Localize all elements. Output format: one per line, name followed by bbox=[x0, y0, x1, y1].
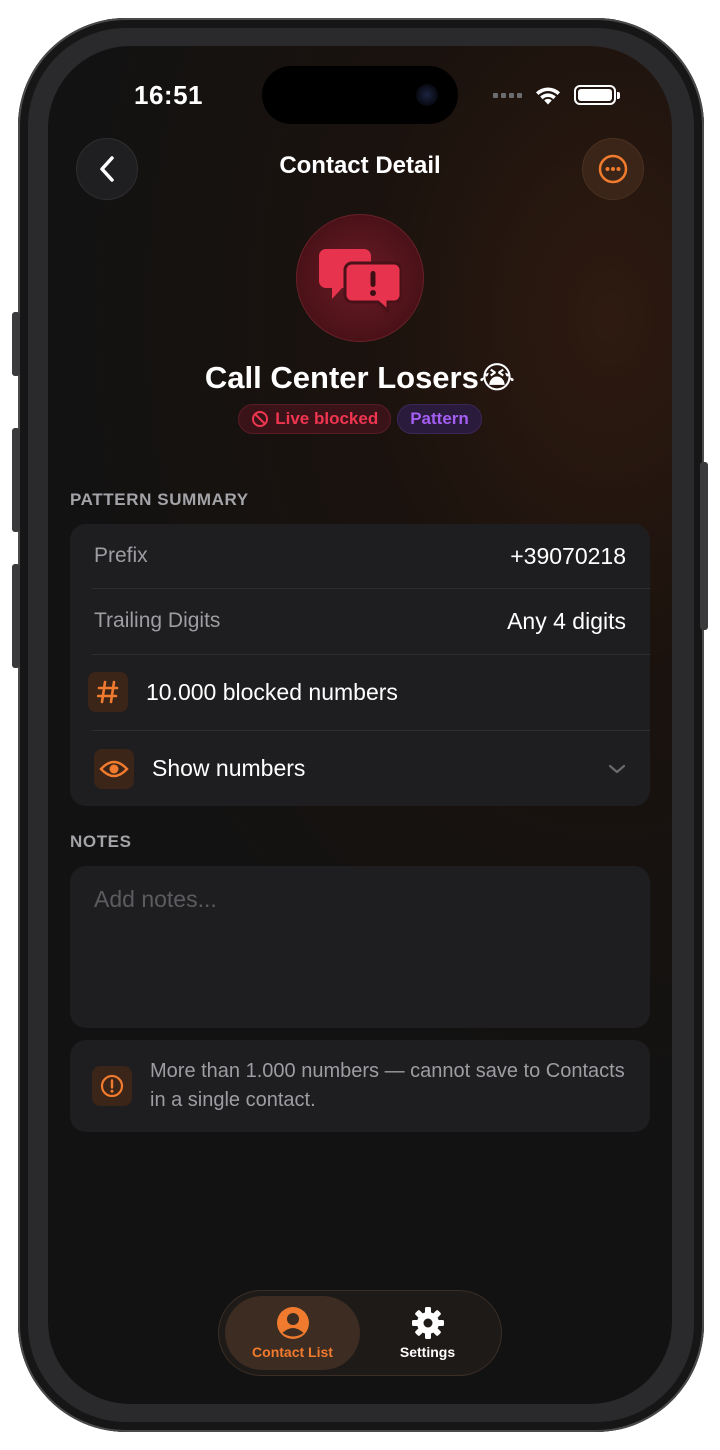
live-blocked-label: Live blocked bbox=[275, 409, 379, 428]
warning-text: More than 1.000 numbers — cannot save to… bbox=[150, 1060, 625, 1111]
chat-bubbles-exclamation-icon bbox=[319, 249, 402, 313]
pattern-summary-card: Prefix +39070218 Trailing Digits Any 4 d… bbox=[70, 524, 650, 806]
trailing-digits-label: Trailing Digits bbox=[94, 609, 221, 632]
status-indicators bbox=[493, 84, 620, 106]
battery-icon bbox=[574, 85, 620, 105]
tab-settings[interactable]: Settings bbox=[360, 1296, 495, 1370]
notes-card bbox=[70, 866, 650, 1028]
prefix-value: +39070218 bbox=[510, 542, 626, 569]
warning-card: More than 1.000 numbers — cannot save to… bbox=[70, 1040, 650, 1132]
action-button bbox=[12, 312, 20, 376]
ellipsis-circle-icon bbox=[598, 154, 628, 184]
tab-bar: Contact List Settings bbox=[218, 1290, 502, 1376]
notes-heading: NOTES bbox=[70, 832, 132, 851]
show-numbers-label: Show numbers bbox=[152, 755, 306, 781]
volume-up-button bbox=[12, 428, 20, 532]
trailing-digits-row: Trailing Digits Any 4 digits bbox=[70, 589, 650, 653]
pattern-summary-heading: PATTERN SUMMARY bbox=[70, 490, 249, 509]
eye-icon bbox=[94, 748, 134, 789]
pattern-badge: Pattern bbox=[397, 404, 482, 434]
chevron-down-icon bbox=[608, 764, 626, 773]
hashtag-icon bbox=[88, 672, 128, 712]
cellular-signal-icon bbox=[493, 92, 522, 98]
tab-contact-list-label: Contact List bbox=[252, 1344, 333, 1360]
wifi-icon bbox=[536, 87, 560, 105]
more-options-button[interactable] bbox=[582, 138, 644, 200]
pattern-label: Pattern bbox=[410, 409, 469, 428]
blocked-count-row: 10.000 blocked numbers bbox=[70, 655, 650, 729]
contact-badges: Live blocked Pattern bbox=[48, 404, 672, 434]
volume-down-button bbox=[12, 564, 20, 668]
tab-settings-label: Settings bbox=[399, 1344, 456, 1360]
status-time: 16:51 bbox=[134, 80, 203, 110]
front-camera bbox=[416, 84, 438, 106]
power-button bbox=[700, 462, 708, 630]
trailing-digits-value: Any 4 digits bbox=[507, 607, 626, 634]
notes-input[interactable] bbox=[70, 866, 650, 1028]
live-blocked-badge: Live blocked bbox=[238, 404, 392, 434]
prefix-row: Prefix +39070218 bbox=[70, 524, 650, 588]
show-numbers-row[interactable]: Show numbers bbox=[70, 731, 650, 806]
gear-icon bbox=[411, 1307, 444, 1339]
person-circle-icon bbox=[276, 1307, 309, 1339]
prohibited-icon bbox=[252, 411, 269, 427]
page-title: Contact Detail bbox=[279, 152, 441, 179]
screen: 16:51 Contact Detail Call Center Losers😭… bbox=[48, 46, 672, 1404]
dynamic-island bbox=[262, 66, 458, 124]
tab-contact-list[interactable]: Contact List bbox=[225, 1296, 360, 1370]
contact-name: Call Center Losers😭 bbox=[204, 360, 516, 395]
blocked-count-text: 10.000 blocked numbers bbox=[146, 678, 398, 705]
contact-avatar bbox=[296, 214, 424, 342]
prefix-label: Prefix bbox=[94, 544, 148, 567]
exclamation-circle-icon bbox=[92, 1066, 132, 1106]
